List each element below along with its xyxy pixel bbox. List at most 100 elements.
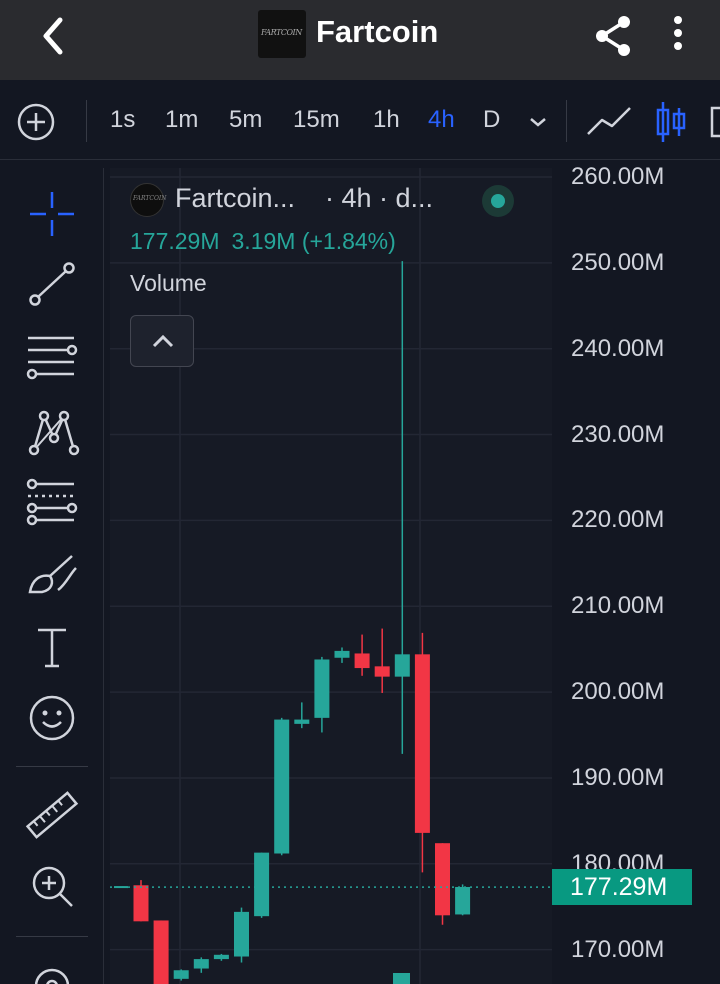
brush-tool[interactable] (22, 546, 82, 606)
candle-body (455, 886, 471, 915)
candlestick-icon (656, 102, 686, 142)
timeframe-1h[interactable]: 1h (373, 106, 400, 134)
timeframe-d[interactable]: D (483, 106, 500, 134)
zoom-in-icon (32, 866, 73, 907)
timeframe-dropdown-button[interactable] (526, 110, 550, 134)
back-arrow-icon (43, 17, 63, 55)
candle (133, 880, 149, 922)
fib-retracement-tool[interactable] (22, 474, 82, 534)
timeframe-15m[interactable]: 15m (293, 106, 340, 134)
text-tool[interactable] (22, 618, 82, 678)
candle (455, 884, 471, 916)
pattern-tool[interactable] (22, 402, 82, 462)
candle (274, 717, 290, 856)
candle-body (173, 970, 189, 979)
share-button[interactable] (590, 12, 638, 60)
crosshair-icon (30, 192, 74, 236)
page-title: Fartcoin (316, 14, 439, 49)
more-vertical-icon (674, 16, 682, 50)
volume-layer (393, 973, 410, 984)
symbol-logo: FARTCOIN (130, 183, 167, 217)
timeframe-4h[interactable]: 4h (428, 106, 455, 134)
legend-values: 177.29M 3.19M (+1.84%) (130, 228, 408, 255)
text-icon (38, 628, 66, 668)
add-circle-icon (17, 103, 55, 141)
coin-logo: FARTCOIN (258, 10, 306, 58)
partial-icon (710, 106, 720, 138)
price-axis-label: 240.00M (571, 334, 665, 362)
candle (153, 920, 169, 984)
trend-line-icon (29, 262, 75, 306)
live-status-icon (482, 185, 514, 217)
price-axis-label: 190.00M (571, 763, 665, 791)
horizontal-lines-icon (26, 336, 78, 380)
candle-body (274, 719, 290, 854)
candle-body (213, 954, 229, 960)
price-axis-label: 260.00M (571, 163, 665, 190)
volume-bar (393, 973, 410, 984)
price-axis-label: 220.00M (571, 506, 665, 534)
brush-icon (28, 555, 77, 594)
legend-change: 3.19M (+1.84%) (231, 228, 396, 254)
volume-indicator-label[interactable]: Volume (130, 270, 207, 297)
candle-body (354, 653, 370, 669)
back-button[interactable] (34, 14, 74, 58)
chevron-down-icon (530, 118, 546, 127)
legend-interval[interactable]: · 4h · d... (325, 183, 433, 214)
more-button[interactable] (664, 14, 692, 58)
legend-symbol[interactable]: Fartcoin... (175, 183, 295, 214)
candle-body (435, 843, 450, 916)
emoji-tool[interactable] (22, 688, 82, 748)
chevron-up-icon (152, 334, 174, 348)
collapse-legend-button[interactable] (130, 315, 194, 367)
add-indicator-button[interactable] (16, 102, 56, 142)
ruler-tool[interactable] (22, 784, 82, 844)
line-chart-button[interactable] (584, 102, 636, 142)
trend-line-tool[interactable] (22, 254, 82, 314)
zoom-in-tool[interactable] (22, 856, 82, 916)
tools-divider (16, 936, 88, 937)
candle-body (193, 959, 209, 969)
top-app-bar: FARTCOIN Fartcoin (0, 0, 720, 80)
more-tools-button[interactable] (708, 102, 720, 142)
line-chart-icon (587, 107, 631, 135)
emoji-icon (29, 695, 75, 741)
timeframe-5m[interactable]: 5m (229, 106, 262, 134)
legend-last-value: 177.29M (130, 228, 220, 254)
toolbar-divider (566, 100, 567, 142)
fib-retracement-icon (26, 478, 78, 526)
candle (254, 852, 270, 918)
candle-body (414, 654, 430, 833)
pattern-icon (28, 410, 80, 456)
timeframe-1m[interactable]: 1m (165, 106, 198, 134)
timeframe-1s[interactable]: 1s (110, 106, 135, 134)
candle-body (294, 719, 310, 724)
candle-body (394, 654, 410, 677)
horizontal-lines-tool[interactable] (22, 328, 82, 388)
tools-divider (16, 766, 88, 767)
last-price-tag: 177.29M (552, 869, 692, 905)
ruler-icon (25, 791, 79, 839)
market-status-indicator (478, 183, 518, 219)
price-axis-label: 200.00M (571, 678, 665, 706)
crosshair-tool[interactable] (22, 184, 82, 244)
price-axis-label: 170.00M (571, 935, 665, 963)
price-axis-label: 210.00M (571, 592, 665, 620)
price-axis-label: 250.00M (571, 248, 665, 276)
candle-body (314, 659, 330, 718)
price-axis-label: 230.00M (571, 420, 665, 448)
candle-body (153, 920, 169, 984)
magnet-icon (34, 968, 70, 984)
candle-body (133, 885, 149, 922)
candle-body (234, 911, 249, 957)
share-icon (596, 16, 630, 56)
candle-body (374, 666, 390, 677)
candle (435, 843, 450, 925)
candle-body (254, 852, 270, 917)
magnet-tool[interactable] (22, 956, 82, 984)
chart-toolbar: 1s 1m 5m 15m 1h 4h D (0, 80, 720, 160)
candle-body (334, 650, 350, 658)
toolbar-divider (86, 100, 87, 142)
candlestick-button[interactable] (654, 100, 688, 144)
drawing-tools-panel (0, 168, 104, 984)
